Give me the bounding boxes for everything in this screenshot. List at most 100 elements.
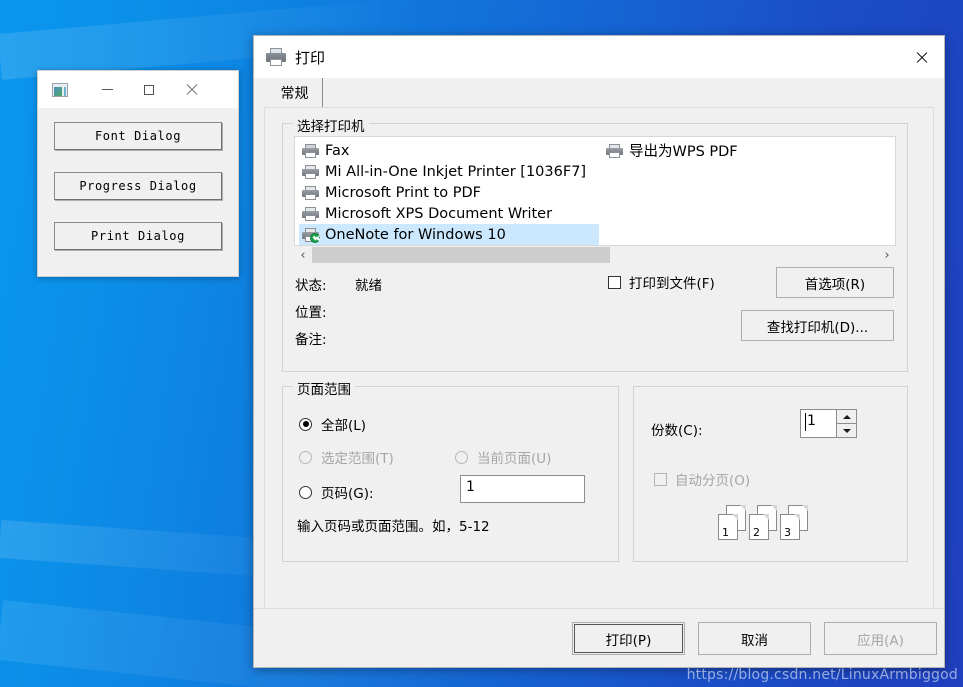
- page-sheet: 1: [718, 514, 738, 540]
- maximize-icon: [144, 84, 154, 95]
- collate-label: 自动分页(O): [675, 473, 751, 489]
- list-item[interactable]: 导出为WPS PDF: [603, 140, 893, 161]
- print-dialog-close-button[interactable]: [898, 36, 944, 78]
- radio-icon: [299, 417, 312, 431]
- page-numbers-input[interactable]: 1: [460, 475, 585, 503]
- print-button[interactable]: 打印(P): [572, 622, 685, 655]
- printer-list-column-left: Fax Mi All-in-One Inkjet Printer [1036F7…: [299, 140, 599, 245]
- demo-window-titlebar: [38, 71, 238, 108]
- demo-app-window: Font Dialog Progress Dialog Print Dialog: [37, 70, 239, 277]
- print-dialog-title: 打印: [295, 48, 326, 67]
- list-item-selected[interactable]: OneNote for Windows 10: [299, 224, 599, 245]
- page-number: 2: [753, 526, 760, 539]
- copies-increment-button[interactable]: [837, 410, 856, 423]
- location-label: 位置:: [295, 305, 327, 321]
- fax-printer-icon: [302, 143, 319, 158]
- page-range-group: 页面范围 全部(L) 选定范围(T) 当前页面(U) 页码(G): 1 输入页码…: [282, 378, 619, 562]
- printer-icon: [606, 143, 623, 158]
- chevron-down-icon: [842, 428, 851, 433]
- radio-all-pages-label: 全部(L): [321, 418, 367, 434]
- print-dialog-content: 选择打印机 Fax Mi All-in-One Inkjet Printer […: [264, 107, 934, 656]
- checkbox-icon: [654, 472, 667, 486]
- close-icon: [915, 51, 928, 64]
- font-dialog-button[interactable]: Font Dialog: [54, 122, 222, 150]
- watermark: https://blog.csdn.net/LinuxArmbiggod: [686, 667, 958, 683]
- app-window-icon: [52, 82, 68, 97]
- copies-value-text: 1: [807, 413, 816, 429]
- default-printer-check-icon: [310, 232, 320, 243]
- copies-label: 份数(C):: [651, 423, 703, 439]
- printer-name: Fax: [325, 142, 350, 159]
- radio-current-page[interactable]: 当前页面(U): [455, 447, 551, 467]
- radio-current-page-label: 当前页面(U): [477, 451, 552, 467]
- find-printer-button[interactable]: 查找打印机(D)...: [741, 310, 894, 341]
- cancel-button[interactable]: 取消: [698, 622, 811, 655]
- printer-list-column-right: 导出为WPS PDF: [603, 140, 893, 161]
- radio-page-numbers-label: 页码(G):: [321, 486, 374, 502]
- printer-list[interactable]: Fax Mi All-in-One Inkjet Printer [1036F7…: [294, 136, 896, 246]
- list-item[interactable]: Fax: [299, 140, 599, 161]
- minimize-button[interactable]: [86, 71, 128, 108]
- printer-name: Microsoft XPS Document Writer: [325, 205, 553, 222]
- copies-stepper[interactable]: 1: [800, 409, 857, 438]
- collate-page-pair: 2 2: [749, 505, 779, 541]
- printer-list-scrollbar[interactable]: ‹ ›: [294, 246, 896, 264]
- close-button[interactable]: [170, 71, 212, 108]
- print-to-file-checkbox[interactable]: 打印到文件(F): [608, 272, 715, 292]
- page-sheet: 3: [780, 514, 800, 540]
- demo-window-body: Font Dialog Progress Dialog Print Dialog: [38, 108, 238, 250]
- maximize-button[interactable]: [128, 71, 170, 108]
- printer-icon: [302, 164, 319, 179]
- dialog-footer: 打印(P) 取消 应用(A): [254, 608, 944, 667]
- list-item[interactable]: Mi All-in-One Inkjet Printer [1036F7]: [299, 161, 599, 182]
- printer-name: Mi All-in-One Inkjet Printer [1036F7]: [325, 163, 587, 180]
- progress-dialog-button[interactable]: Progress Dialog: [54, 172, 222, 200]
- status-value: 就绪: [355, 278, 382, 294]
- radio-all-pages[interactable]: 全部(L): [299, 414, 366, 434]
- status-label: 状态:: [295, 278, 327, 294]
- close-icon: [185, 83, 198, 96]
- radio-selection[interactable]: 选定范围(T): [299, 447, 394, 467]
- page-number: 1: [722, 526, 729, 539]
- printer-icon: [266, 48, 286, 66]
- print-to-file-label: 打印到文件(F): [629, 276, 715, 292]
- print-dialog: 打印 常规 选择打印机 Fax Mi All-in-One Inkjet Pri…: [253, 35, 945, 668]
- tab-strip: 常规: [254, 78, 944, 107]
- radio-page-numbers[interactable]: 页码(G):: [299, 482, 374, 502]
- collate-checkbox[interactable]: 自动分页(O): [654, 469, 750, 489]
- select-printer-legend: 选择打印机: [293, 115, 369, 135]
- text-caret: [805, 413, 806, 431]
- radio-icon: [299, 450, 312, 464]
- collate-preview-icon: 1 1 2 2: [718, 505, 823, 541]
- preferences-button[interactable]: 首选项(R): [776, 267, 894, 298]
- print-dialog-titlebar: 打印: [254, 36, 944, 78]
- printer-name: Microsoft Print to PDF: [325, 184, 481, 201]
- scroll-right-icon[interactable]: ›: [878, 246, 896, 264]
- copies-decrement-button[interactable]: [837, 423, 856, 437]
- copies-input[interactable]: 1: [801, 410, 836, 437]
- scroll-left-icon[interactable]: ‹: [294, 246, 312, 264]
- checkbox-icon: [608, 275, 621, 289]
- page-sheet: 2: [749, 514, 769, 540]
- copies-spin-arrows: [836, 410, 856, 437]
- page-number: 3: [784, 526, 791, 539]
- print-dialog-button[interactable]: Print Dialog: [54, 222, 222, 250]
- apply-button[interactable]: 应用(A): [824, 622, 937, 655]
- list-item[interactable]: Microsoft Print to PDF: [299, 182, 599, 203]
- printer-name: 导出为WPS PDF: [629, 144, 738, 160]
- scrollbar-track[interactable]: [312, 246, 878, 264]
- page-range-hint: 输入页码或页面范围。如，5-12: [297, 519, 490, 535]
- copies-group: 份数(C): 1 自动分页(O) 1 2 3: [633, 386, 908, 562]
- select-printer-group: 选择打印机 Fax Mi All-in-One Inkjet Printer […: [282, 115, 908, 372]
- page-range-legend: 页面范围: [293, 378, 355, 398]
- minimize-icon: [101, 89, 113, 90]
- collate-page-pair: 1 1: [718, 505, 748, 541]
- list-item[interactable]: Microsoft XPS Document Writer: [299, 203, 599, 224]
- collate-page-pair: 3 3: [780, 505, 810, 541]
- tab-general[interactable]: 常规: [267, 78, 323, 107]
- radio-icon: [299, 485, 312, 499]
- printer-icon: [302, 227, 320, 243]
- radio-icon: [455, 450, 468, 464]
- scrollbar-thumb[interactable]: [312, 247, 610, 263]
- printer-icon: [302, 206, 319, 221]
